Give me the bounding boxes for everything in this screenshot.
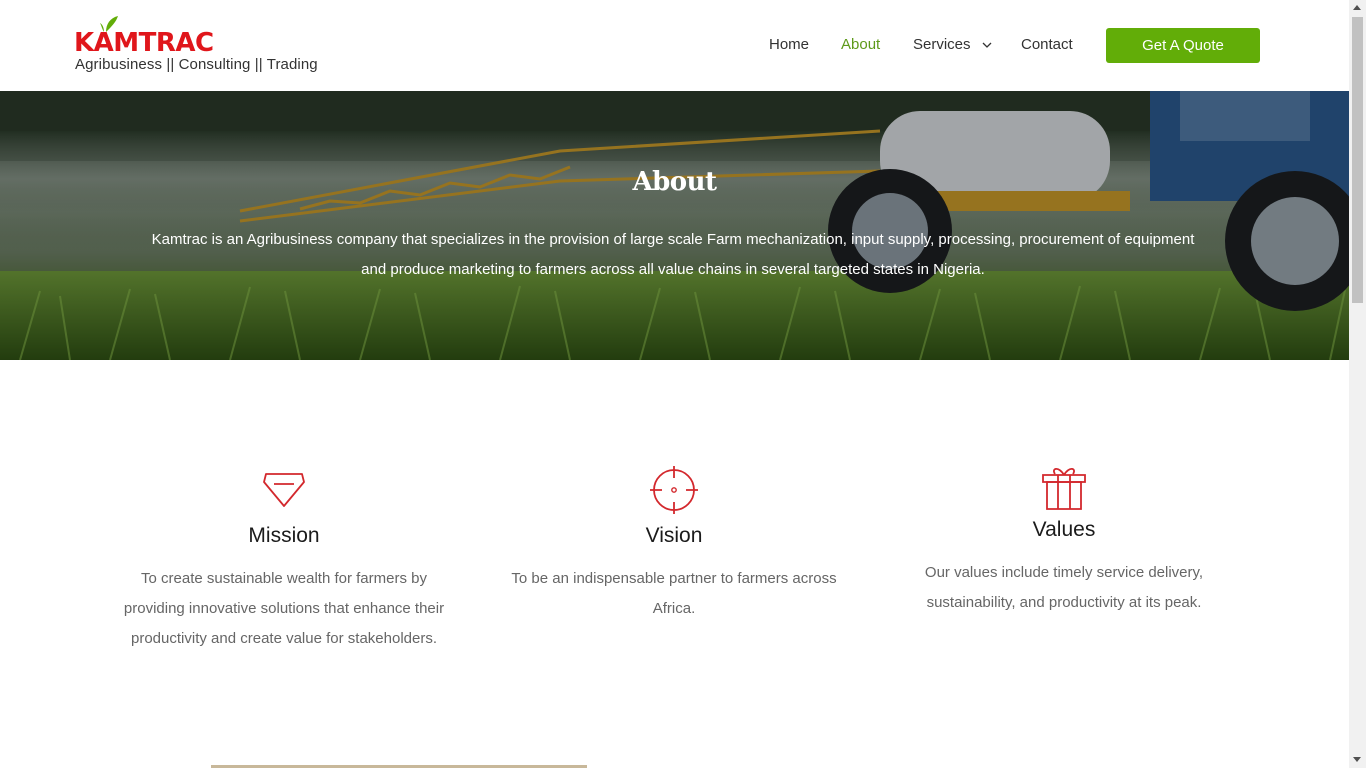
values-text: Our values include timely service delive… [924,564,1204,611]
nav-home[interactable]: Home [769,36,809,53]
about-hero: About Kamtrac is an Agribusiness company… [0,91,1349,360]
logo-text: KAMTRAC [74,28,214,58]
get-a-quote-button[interactable]: Get A Quote [1106,28,1260,63]
page-title: About [632,167,717,197]
values-title: Values [1032,518,1096,541]
scroll-up-arrow-icon[interactable] [1353,5,1361,10]
crosshair-icon [650,466,698,514]
vision-text: To be an indispensable partner to farmer… [511,570,837,617]
mission-title: Mission [248,524,320,547]
diamond-icon [263,473,305,507]
nav-services[interactable]: Services [913,36,971,53]
about-description: Kamtrac is an Agribusiness company that … [151,231,1195,278]
nav-contact[interactable]: Contact [1021,36,1073,53]
kamtrac-logo[interactable]: KAMTRAC [74,14,214,58]
page-scrollbar[interactable] [1349,0,1366,768]
tagline: Agribusiness || Consulting || Trading [75,56,318,73]
values-block: Values Our values include timely service… [894,466,1234,618]
mission-text: To create sustainable wealth for farmers… [123,570,445,647]
site-header: KAMTRAC Agribusiness || Consulting || Tr… [0,0,1349,91]
mission-block: Mission To create sustainable wealth for… [114,466,454,654]
gift-icon [1042,467,1086,510]
scrollbar-thumb[interactable] [1352,17,1363,303]
vision-block: Vision To be an indispensable partner to… [504,466,844,624]
scroll-down-arrow-icon[interactable] [1353,757,1361,762]
chevron-down-icon[interactable] [982,41,992,49]
nav-about[interactable]: About [841,36,880,53]
vision-title: Vision [645,524,703,547]
